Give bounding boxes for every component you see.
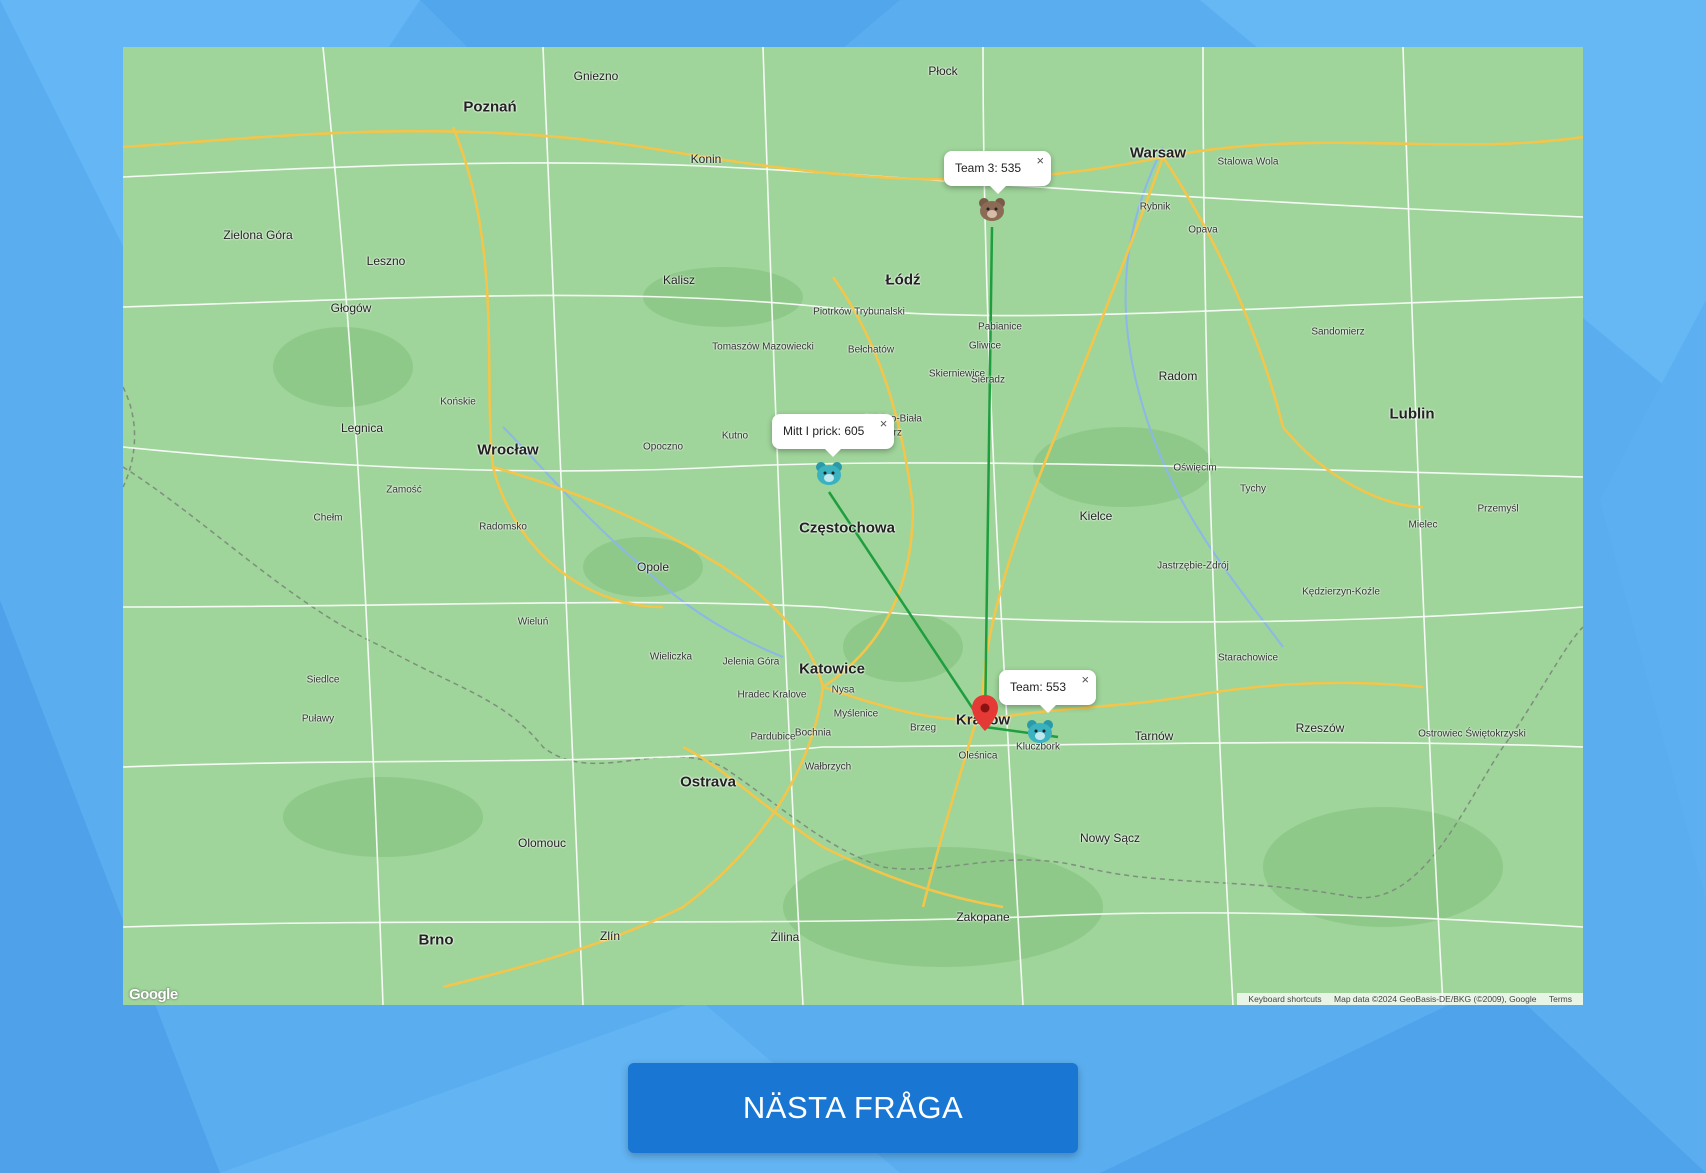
city-label: Wrocław [477,441,539,459]
town-label: Myślenice [833,708,879,720]
city-label: Rzeszów [1295,721,1345,735]
town-label: Wałbrzych [804,761,852,773]
score-bubble-team: Team: 553 × [999,670,1097,713]
town-label: Gliwice [968,340,1002,352]
city-label: Ostrava [680,773,736,791]
city-label: Głogów [330,301,372,315]
city-label: Gniezno [573,69,619,83]
town-label: Kutno [721,430,749,442]
town-label: Opava [1188,224,1218,236]
keyboard-shortcuts-link[interactable]: Keyboard shortcuts [1248,994,1321,1004]
bubble-text: Team 3: 535 [955,161,1022,175]
town-label: Przemyśl [1477,503,1519,515]
town-label: Stalowa Wola [1217,156,1279,168]
city-label: Płock [928,64,958,78]
city-label: Opole [636,560,670,574]
city-label: Kielce [1079,509,1113,523]
city-label: Częstochowa [799,519,895,537]
town-label: Brzeg [909,722,937,734]
map-data-text: Map data ©2024 GeoBasis-DE/BKG (©2009), … [1334,994,1537,1004]
city-label: Legnica [340,421,384,435]
town-label: Oświęcim [1173,462,1217,474]
city-label: Poznań [463,98,517,116]
city-label: Radom [1158,369,1198,383]
town-label: Oleśnica [958,750,998,762]
town-label: Mielec [1408,519,1438,531]
town-label: Wieluń [517,616,549,628]
city-label: Tarnów [1134,729,1174,743]
town-label: Jastrzębie-Zdrój [1157,560,1229,572]
town-label: Zamość [386,484,422,496]
city-label: Brno [418,931,454,949]
close-icon[interactable]: × [1081,672,1089,687]
town-label: Bełchatów [847,344,895,356]
town-label: Opoczno [642,441,684,453]
bear-icon[interactable] [978,197,1006,221]
town-label: Rybnik [1139,201,1171,213]
city-label: Łódź [885,271,921,289]
terms-link[interactable]: Terms [1549,994,1572,1004]
bubble-text: Mitt I prick: 605 [783,424,865,438]
town-label: Jelenia Góra [722,656,780,668]
bubble-text: Team: 553 [1010,680,1067,694]
bear-icon[interactable] [1026,719,1054,743]
close-icon[interactable]: × [1036,153,1044,168]
google-logo: Google [129,986,178,1003]
town-label: Nysa [831,684,855,696]
town-label: Kędzierzyn-Koźle [1302,586,1380,598]
city-label: Nowy Sącz [1079,831,1141,845]
town-label: Chełm [313,512,343,524]
town-label: Sandomierz [1311,326,1365,338]
city-label: Warsaw [1129,144,1187,162]
town-label: Pabianice [978,321,1022,333]
town-label: Skierniewice [928,368,986,380]
city-label: Leszno [366,254,406,268]
map-view[interactable]: Poznań Warsaw Łódź Wrocław Częstochowa K… [123,47,1583,1005]
score-bubble-mitt-i-prick: Mitt I prick: 605 × [772,414,895,457]
close-icon[interactable]: × [880,416,888,431]
city-label: Żilina [770,930,800,944]
town-label: Radomsko [479,521,527,533]
city-label: Zlín [599,929,621,943]
town-label: Tomaszów Mazowiecki [712,341,814,353]
map-attribution: Keyboard shortcuts Map data ©2024 GeoBas… [1237,993,1583,1005]
town-label: Bochnia [794,727,832,739]
town-label: Końskie [440,396,476,408]
town-label: Siedlce [306,674,340,686]
town-label: Starachowice [1217,652,1279,664]
city-label: Konin [690,152,722,166]
location-pin-icon [972,695,998,731]
next-question-button[interactable]: NÄSTA FRÅGA [628,1063,1078,1153]
town-label: Piotrków Trybunalski [813,306,905,318]
city-label: Lublin [1389,405,1435,423]
city-label: Zielona Góra [223,228,293,242]
bear-icon[interactable] [815,461,843,485]
town-label: Ostrowiec Świętokrzyski [1418,728,1526,740]
town-label: Puławy [301,713,335,725]
city-label: Olomouc [517,836,567,850]
town-label: Hradec Kralove [737,689,807,701]
score-bubble-team-3: Team 3: 535 × [944,151,1052,194]
city-label: Katowice [799,660,865,678]
town-label: Pardubice [750,731,796,743]
city-label: Zakopane [956,910,1010,924]
town-label: Wieliczka [649,651,693,663]
town-label: Kluczbork [1016,741,1060,753]
city-label: Kalisz [662,273,696,287]
town-label: Tychy [1239,483,1267,495]
